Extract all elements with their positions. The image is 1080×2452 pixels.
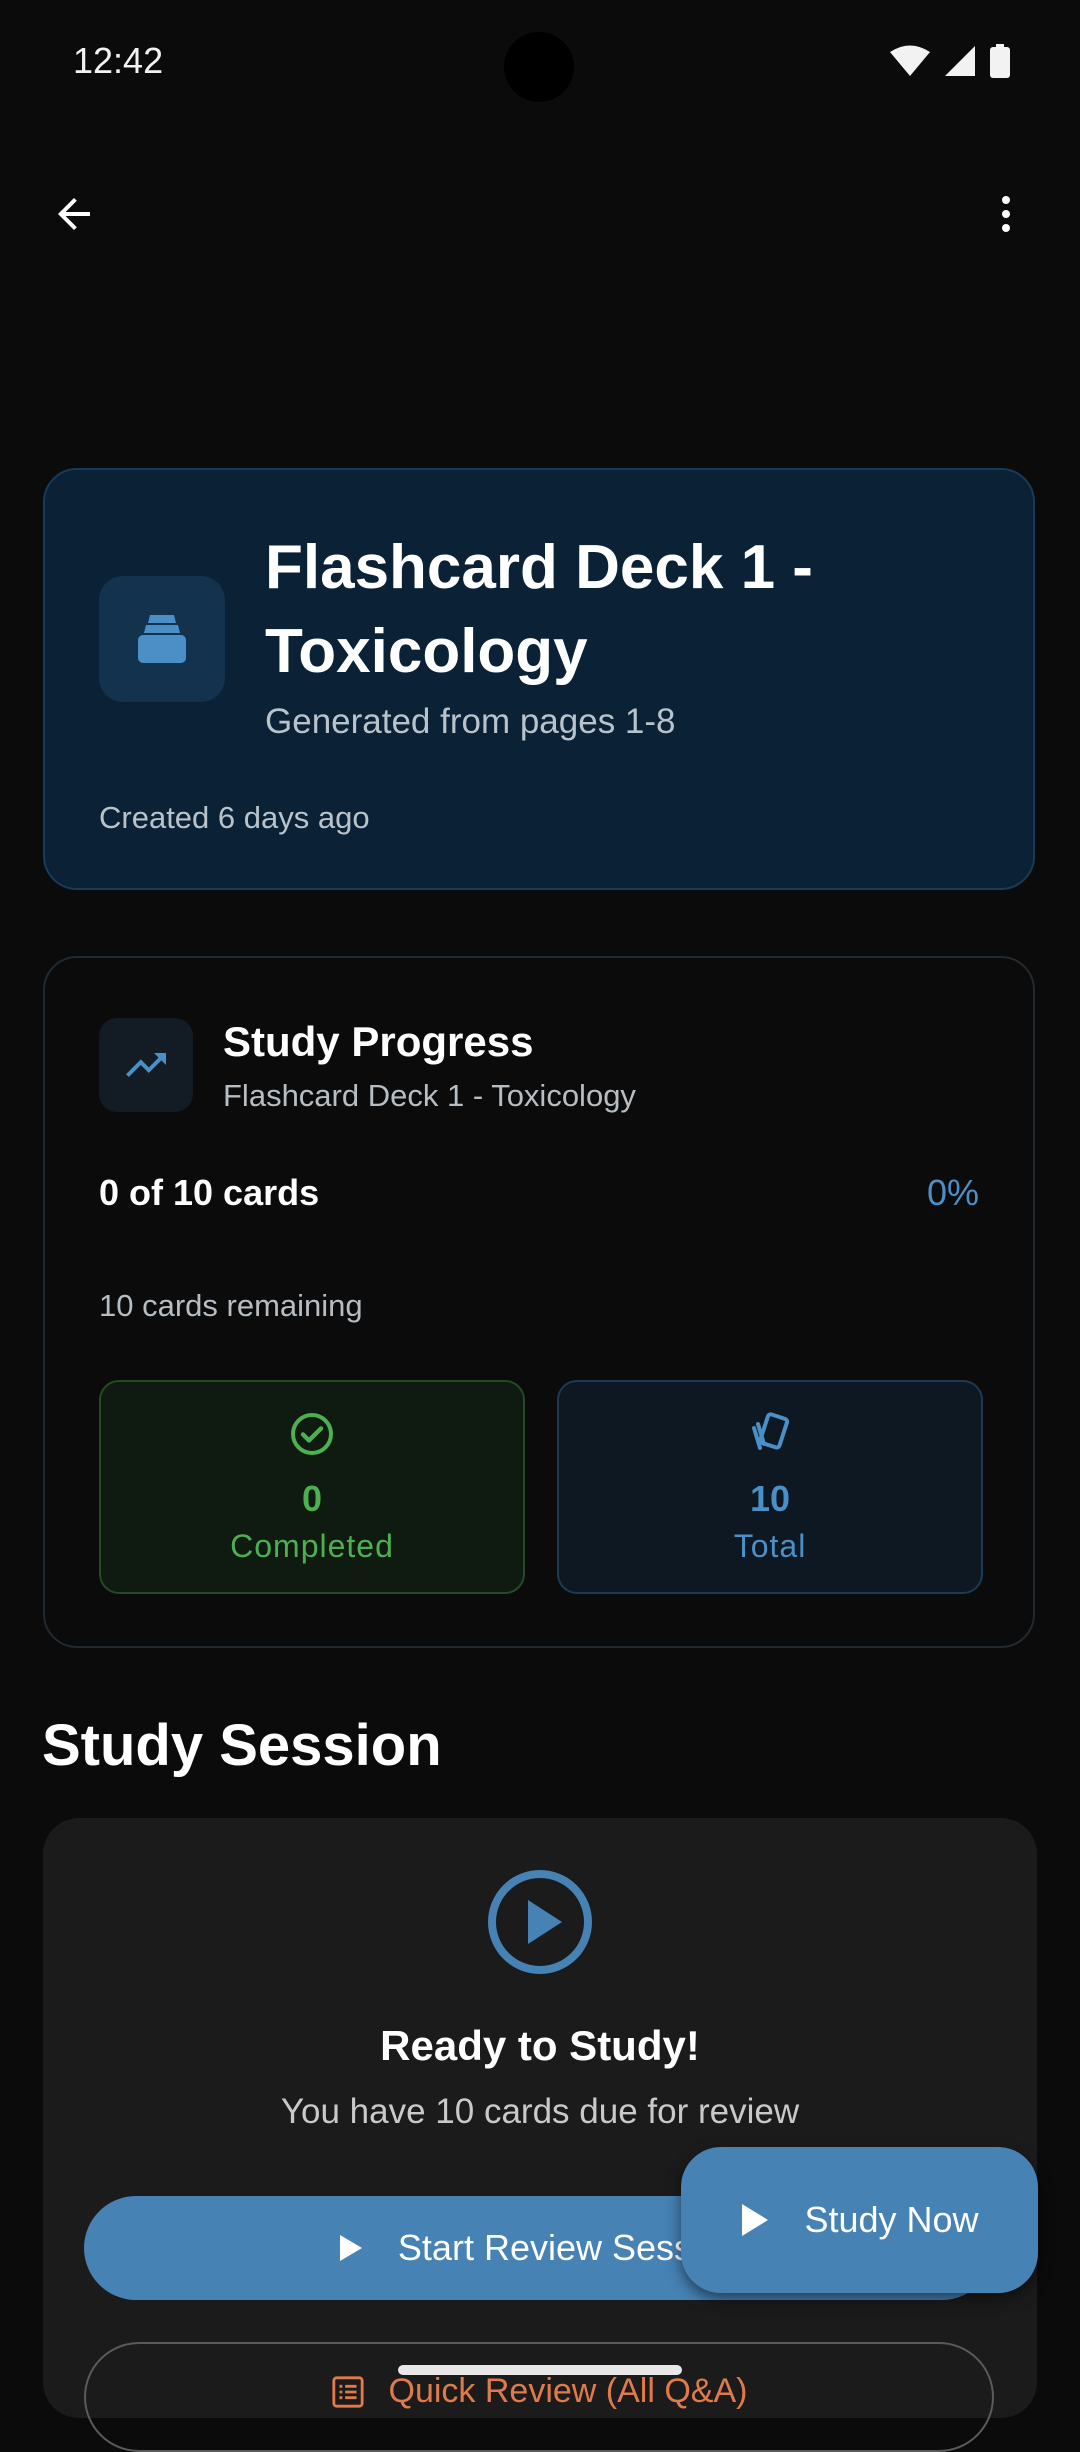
quick-review-label: Quick Review (All Q&A) (388, 2372, 748, 2410)
battery-icon (990, 44, 1010, 78)
deck-header-card: Flashcard Deck 1 - Toxicology Generated … (43, 468, 1035, 890)
play-icon (339, 2235, 362, 2261)
completed-value: 0 (301, 1478, 323, 1519)
cards-icon (752, 1412, 790, 1450)
study-now-fab[interactable]: Study Now (681, 2147, 1038, 2293)
signal-icon (945, 46, 975, 76)
gesture-nav-handle[interactable] (398, 2365, 682, 2375)
more-vert-icon (1002, 196, 1010, 232)
deck-title: Flashcard Deck 1 - Toxicology (265, 533, 813, 686)
deck-icon-container (99, 576, 225, 702)
cards-due-text: You have 10 cards due for review (280, 2092, 800, 2131)
deck-created-date: Created 6 days ago (99, 800, 370, 835)
progress-icon-container (99, 1018, 193, 1112)
completed-label: Completed (230, 1528, 394, 1564)
camera-cutout (504, 32, 574, 102)
status-icons (890, 44, 1010, 78)
quick-review-button[interactable]: Quick Review (All Q&A) (84, 2342, 994, 2452)
progress-deck-name: Flashcard Deck 1 - Toxicology (223, 1078, 636, 1113)
status-time: 12:42 (73, 40, 164, 81)
play-circle-icon (488, 1870, 592, 1974)
study-session-card: Ready to Study! You have 10 cards due fo… (43, 1818, 1037, 2452)
total-stat: 10 Total (557, 1380, 983, 1594)
total-value: 10 (749, 1478, 791, 1519)
completed-stat: 0 Completed (99, 1380, 525, 1594)
more-options-button[interactable] (976, 184, 1036, 244)
deck-stack-icon (138, 615, 186, 663)
check-circle-icon (291, 1413, 333, 1455)
back-button[interactable] (44, 184, 104, 244)
wifi-icon (890, 45, 930, 76)
trending-up-icon (126, 1053, 166, 1077)
total-label: Total (733, 1528, 807, 1564)
study-progress-card: Study Progress Flashcard Deck 1 - Toxico… (43, 956, 1035, 1648)
progress-percent: 0% (926, 1172, 979, 1213)
list-icon (331, 2375, 364, 2408)
play-icon (742, 2204, 769, 2236)
arrow-back-icon (58, 198, 90, 230)
progress-title: Study Progress (223, 1018, 534, 1065)
progress-count: 0 of 10 cards (99, 1172, 320, 1213)
study-now-label: Study Now (804, 2199, 979, 2240)
study-session-heading: Study Session (42, 1713, 442, 1778)
cards-remaining: 10 cards remaining (99, 1288, 363, 1323)
ready-title: Ready to Study! (380, 2022, 700, 2069)
deck-source: Generated from pages 1-8 (265, 702, 676, 741)
